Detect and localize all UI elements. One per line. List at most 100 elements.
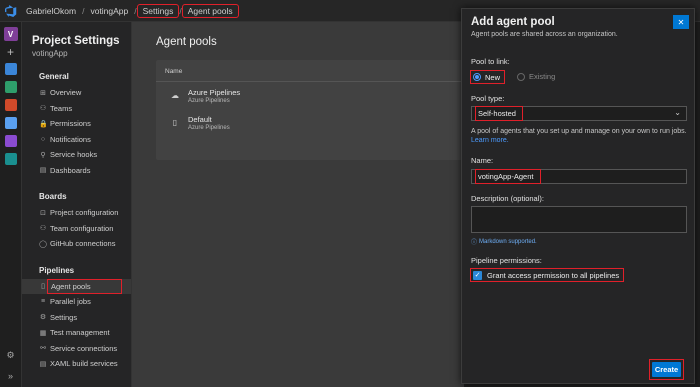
description-label: Description (optional): (471, 194, 544, 203)
dialog-title: Add agent pool (471, 16, 555, 28)
azure-devops-logo[interactable] (0, 0, 22, 22)
teams-icon: ⚇ (39, 105, 47, 113)
pool-type: Azure Pipelines (188, 97, 230, 104)
sidebar-project-name: votingApp (32, 49, 68, 58)
radio-new-label: New (485, 72, 501, 82)
create-button[interactable]: Create (652, 362, 681, 377)
sidebar-item-label: Teams (50, 103, 73, 113)
breadcrumb-settings[interactable]: Settings (136, 3, 180, 18)
markdown-icon: ⓘ (471, 240, 478, 246)
sidebar-item-permissions[interactable]: 🔒 Permissions (22, 116, 131, 132)
github-icon: ◯ (39, 240, 47, 248)
gear-icon: ⚙ (39, 314, 47, 322)
sidebar-item-label: Settings (50, 312, 78, 322)
lock-icon: 🔒 (39, 120, 48, 128)
org-avatar[interactable]: V (3, 27, 18, 41)
breadcrumb-org[interactable]: GabrielOkom (22, 6, 80, 16)
agent-pools-icon: ▯ (41, 283, 45, 291)
help-text: A pool of agents that you set up and man… (471, 128, 687, 135)
sidebar-item-agent-pools[interactable]: ▯ Agent pools (22, 278, 131, 294)
artifacts-icon[interactable] (4, 153, 17, 165)
pool-type-label: Pool type: (471, 94, 505, 103)
service-connections-icon: ⚯ (40, 345, 46, 353)
sidebar-item-parallel-jobs[interactable]: ≡ Parallel jobs (22, 294, 131, 310)
sidebar-item-notifications[interactable]: ○ Notifications (22, 132, 131, 148)
add-agent-pool-dialog: Add agent pool Agent pools are shared ac… (461, 8, 695, 384)
project-configuration-icon: ⊡ (40, 209, 46, 217)
sidebar-item-test-management[interactable]: ▦ Test management (22, 325, 131, 341)
pool-type-value: Self-hosted (475, 106, 523, 121)
sidebar-item-dashboards[interactable]: ▤ Dashboards (22, 163, 131, 179)
sidebar-item-label: Service hooks (50, 150, 98, 160)
breadcrumb-separator: / (179, 5, 182, 16)
section-boards: Boards (39, 192, 67, 201)
sidebar-item-label: Parallel jobs (50, 297, 91, 307)
radio-new[interactable]: New (470, 70, 506, 84)
breadcrumb-agent-pools[interactable]: Agent pools (181, 3, 239, 18)
sidebar-item-label: Overview (50, 88, 82, 98)
test-management-icon: ▦ (39, 329, 47, 337)
grant-access-checkbox[interactable]: ✓ Grant access permission to all pipelin… (470, 268, 625, 282)
column-header-name[interactable]: Name (156, 60, 466, 82)
sidebar-item-project-configuration[interactable]: ⊡ Project configuration (22, 205, 131, 221)
description-textarea[interactable] (471, 206, 687, 233)
name-input[interactable]: votingApp-Agent (471, 169, 687, 184)
breadcrumb-project[interactable]: votingApp (86, 6, 132, 16)
close-button[interactable]: ✕ (673, 15, 689, 29)
team-configuration-icon: ⚇ (39, 225, 47, 233)
sidebar-item-overview[interactable]: ⊞ Overview (22, 85, 131, 101)
grant-access-label: Grant access permission to all pipelines (487, 270, 620, 280)
table-row[interactable]: ☁ Azure Pipelines Azure Pipelines (156, 82, 466, 109)
section-general: General (39, 72, 69, 81)
sidebar-item-label: Team configuration (50, 223, 114, 233)
sidebar-item-label: Project configuration (50, 208, 119, 218)
markdown-text: Markdown supported. (479, 238, 537, 245)
chevron-down-icon: ⌄ (674, 108, 681, 117)
project-settings-gear-icon[interactable]: ⚙ (6, 350, 14, 361)
sidebar-item-team-configuration[interactable]: ⚇ Team configuration (22, 221, 131, 237)
expand-rail-icon[interactable]: » (8, 371, 13, 381)
overview-icon[interactable] (4, 63, 17, 75)
radio-existing-label: Existing (529, 72, 556, 81)
pipeline-permissions-label: Pipeline permissions: (471, 256, 542, 265)
page-title: Agent pools (156, 36, 217, 48)
sidebar-item-label: Dashboards (50, 165, 91, 175)
pool-name: Azure Pipelines (188, 87, 241, 97)
sidebar-item-label: Notifications (50, 134, 91, 144)
close-icon: ✕ (677, 17, 685, 27)
sidebar-item-service-connections[interactable]: ⚯ Service connections (22, 341, 131, 357)
pipelines-icon[interactable] (4, 117, 17, 129)
markdown-note[interactable]: ⓘ Markdown supported. (471, 237, 537, 247)
pool-type-select[interactable]: Self-hosted ⌄ (471, 106, 687, 121)
table-row[interactable]: ▯ Default Azure Pipelines (156, 109, 466, 136)
sidebar-item-service-hooks[interactable]: ⚲ Service hooks (22, 147, 131, 163)
sidebar-item-label: Service connections (50, 343, 118, 353)
xaml-build-icon: ▤ (39, 360, 47, 368)
sidebar-item-teams[interactable]: ⚇ Teams (22, 101, 131, 117)
breadcrumb-separator: / (134, 5, 137, 16)
notification-icon: ○ (40, 135, 46, 143)
service-hooks-icon: ⚲ (40, 151, 46, 159)
parallel-jobs-icon: ≡ (40, 298, 46, 306)
main-content: Agent pools Name ☁ Azure Pipelines Azure… (132, 22, 466, 387)
sidebar-title: Project Settings (32, 35, 120, 47)
boards-icon[interactable] (4, 81, 17, 93)
learn-more-link[interactable]: Learn more. (471, 137, 509, 144)
sidebar-item-label: Agent pools (47, 278, 122, 294)
sidebar-item-label: Test management (50, 328, 110, 338)
radio-existing[interactable]: Existing (517, 72, 555, 81)
radio-selected-icon (473, 73, 481, 81)
sidebar-item-settings[interactable]: ⚙ Settings (22, 310, 131, 326)
sidebar-item-github-connections[interactable]: ◯ GitHub connections (22, 236, 131, 252)
cloud-icon: ☁ (171, 91, 179, 100)
test-plans-icon[interactable] (4, 135, 17, 147)
checkmark-icon: ✓ (473, 270, 482, 280)
repos-icon[interactable] (4, 99, 17, 111)
create-button-highlight: Create (649, 359, 684, 380)
pool-type-help: A pool of agents that you set up and man… (471, 127, 691, 145)
name-label: Name: (471, 156, 494, 165)
sidebar-item-xaml-build-services[interactable]: ▤ XAML build services (22, 356, 131, 372)
sidebar-item-label: GitHub connections (50, 239, 116, 249)
device-icon: ▯ (172, 118, 178, 127)
add-icon[interactable]: + (7, 46, 14, 58)
